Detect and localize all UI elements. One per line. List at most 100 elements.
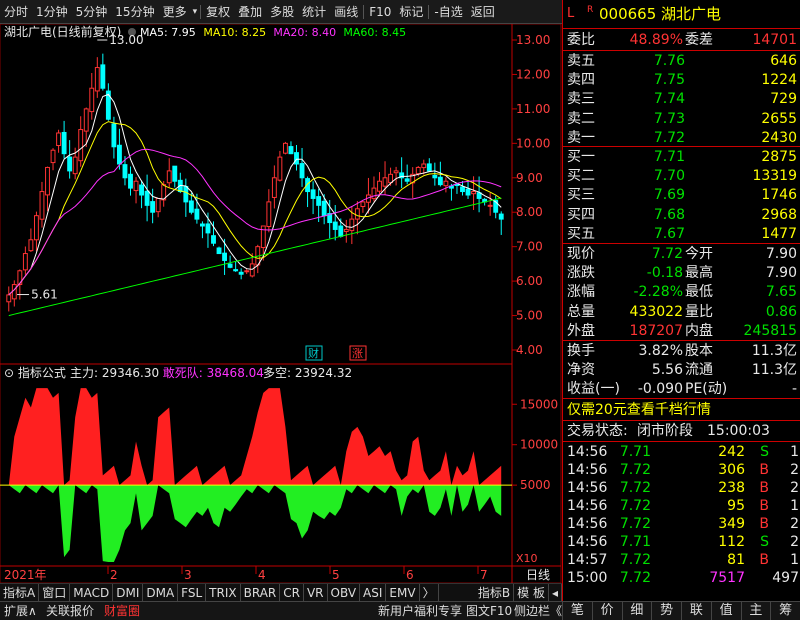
candle-body (388, 173, 394, 184)
candle-body (437, 176, 443, 186)
toolbar-item-13[interactable]: 返回 (467, 0, 499, 24)
indicator-tab-4[interactable]: DMA (143, 584, 179, 601)
candle-body (128, 173, 133, 189)
trade-state-row: 交易状态: 闭市阶段 15:00:03 (567, 423, 770, 439)
indicator-title[interactable]: ⊙ 指标公式 (4, 365, 66, 380)
candle-body (111, 123, 117, 148)
candle-body (17, 270, 23, 285)
right-tab-4[interactable]: 联 (681, 601, 711, 620)
right-tab-1[interactable]: 价 (591, 601, 622, 620)
toolbar-item-11[interactable]: 标记 (395, 0, 427, 24)
indicator-tab-13[interactable]: 〉 (420, 584, 439, 601)
y-tick-label: 11.00 (516, 102, 550, 116)
candle-body (343, 228, 349, 232)
kline-chart[interactable]: 13.00 12.00 11.00 10.00 9.00 8.00 7.00 6.00 5.00… (0, 24, 562, 583)
candle-body (238, 271, 244, 275)
tick-row: 14:56 7.71 112 S 2 (567, 534, 799, 550)
right-tab-5[interactable]: 值 (710, 601, 741, 620)
right-tab-2[interactable]: 细 (621, 601, 652, 620)
marker-1[interactable]: 涨 (352, 347, 363, 360)
indicator-tab-14[interactable]: 指标B (475, 584, 515, 601)
right-tab-0[interactable]: 笔 (562, 601, 592, 620)
indicator-tabs: 指标A 窗口 MACD DMI DMA FSL TRIX BRAR CR VR OBV ASI EMV 〉… (0, 583, 562, 601)
indicator-tab-0[interactable]: 指标A (0, 584, 40, 601)
y-tick-label: 7.00 (516, 240, 543, 254)
indicator-tab-1[interactable]: 窗口 (39, 584, 71, 601)
sidebar-button[interactable]: 侧边栏《 (514, 602, 562, 620)
wealth-circle-button[interactable]: 财富圈 (104, 602, 140, 620)
toolbar-item-8[interactable]: 统计 (298, 0, 330, 24)
candle-body (382, 177, 388, 187)
indicator-tab-12[interactable]: EMV (386, 584, 420, 601)
toolbar-item-2[interactable]: 5分钟 (72, 0, 112, 24)
toolbar-item-0[interactable]: 分时 (0, 0, 32, 24)
candle-body (316, 196, 322, 206)
candle-body (183, 185, 189, 203)
candle-body (89, 87, 95, 113)
toolbar-item-10[interactable]: F10 (365, 0, 395, 24)
candle-body (50, 149, 56, 164)
candle-body (377, 180, 382, 192)
candle-body (426, 163, 432, 172)
toolbar-item-1[interactable]: 1分钟 (32, 0, 72, 24)
new-user-promo[interactable]: 新用户福利专享 (378, 602, 462, 620)
right-tab-3[interactable]: 势 (651, 601, 681, 620)
indicator-tab-11[interactable]: ASI (360, 584, 387, 601)
bid-row: 买四 7.68 2968 (567, 206, 797, 223)
toolbar-item-9[interactable]: 画线 (330, 0, 362, 24)
y-tick-label: 10.00 (516, 136, 550, 150)
stock-name[interactable]: 湖北广电 (661, 4, 721, 24)
indicator-tab-7[interactable]: BRAR (241, 584, 281, 601)
candle-body (244, 270, 250, 273)
tick-row: 15:00 7.72 7517 497 (567, 570, 799, 586)
candle-body (498, 213, 504, 220)
toolbar-item-3[interactable]: 15分钟 (111, 0, 158, 24)
indicator-tab-16[interactable]: ◂ (549, 584, 562, 601)
candle-body (166, 170, 172, 184)
linked-quote-button[interactable]: 关联报价 (46, 602, 94, 620)
indicator-tab-2[interactable]: MACD (70, 584, 114, 601)
toolbar-item-4[interactable]: 更多 (159, 0, 191, 24)
candle-body (266, 201, 272, 228)
toolbar-item-12[interactable]: -自选 (430, 0, 466, 24)
f10-button[interactable]: 图文F10 (466, 602, 512, 620)
right-tab-7[interactable]: 筹 (770, 601, 800, 620)
ma-legend-3: MA60: 8.45 (343, 26, 406, 39)
bid-row: 买一 7.71 2875 (567, 149, 797, 165)
indicator-tab-15[interactable]: 模 板 (514, 584, 549, 601)
right-tab-6[interactable]: 主 (740, 601, 771, 620)
chart-title: 湖北广电(日线前复权) (4, 24, 121, 39)
indicator-tab-10[interactable]: OBV (328, 584, 361, 601)
stat2-row: 净资 5.56 流通 11.3亿 (567, 362, 797, 378)
month-tick: 4 (258, 568, 266, 582)
ask-row: 卖一 7.72 2430 (567, 129, 797, 146)
toolbar-item-5[interactable]: 复权 (202, 0, 234, 24)
indicator-tab-5[interactable]: FSL (178, 584, 207, 601)
weibi-row: 委比 48.89% 委差 14701 (567, 32, 797, 48)
bid-row: 买二 7.70 13319 (567, 168, 797, 185)
indicator-tab-6[interactable]: TRIX (206, 584, 241, 601)
expand-button[interactable]: 扩展∧ (4, 602, 37, 620)
candle-body (460, 186, 465, 193)
y-tick-label: 4.00 (516, 343, 543, 357)
indicator-tab-8[interactable]: CR (280, 584, 304, 601)
candle-body (172, 165, 178, 182)
indicator-tab-9[interactable]: VR (304, 584, 328, 601)
right-tabs: 笔价细势联值主筹 (562, 601, 800, 620)
marker-0[interactable]: 财 (308, 346, 319, 360)
candle-body (371, 187, 377, 200)
toolbar-item-7[interactable]: 多股 (266, 0, 298, 24)
ask-row: 卖二 7.73 2655 (567, 110, 797, 127)
more-arrow-icon[interactable]: ▾ (191, 0, 200, 24)
toolbar-item-6[interactable]: 叠加 (234, 0, 266, 24)
ask-row: 卖五 7.76 646 (567, 53, 797, 69)
candle-body (471, 191, 477, 195)
stat-row: 现价 7.72 今开 7.90 (567, 246, 797, 262)
stock-code[interactable]: 000665 (599, 4, 656, 24)
promo-row[interactable]: 仅需20元查看千档行情 (563, 400, 800, 420)
period-label[interactable]: 日线 (526, 568, 550, 582)
candle-body (78, 129, 84, 162)
indicator-tab-3[interactable]: DMI (113, 584, 144, 601)
stat-row: 总量 433022 量比 0.86 (567, 303, 797, 320)
year-label: 2021年 (4, 568, 47, 582)
